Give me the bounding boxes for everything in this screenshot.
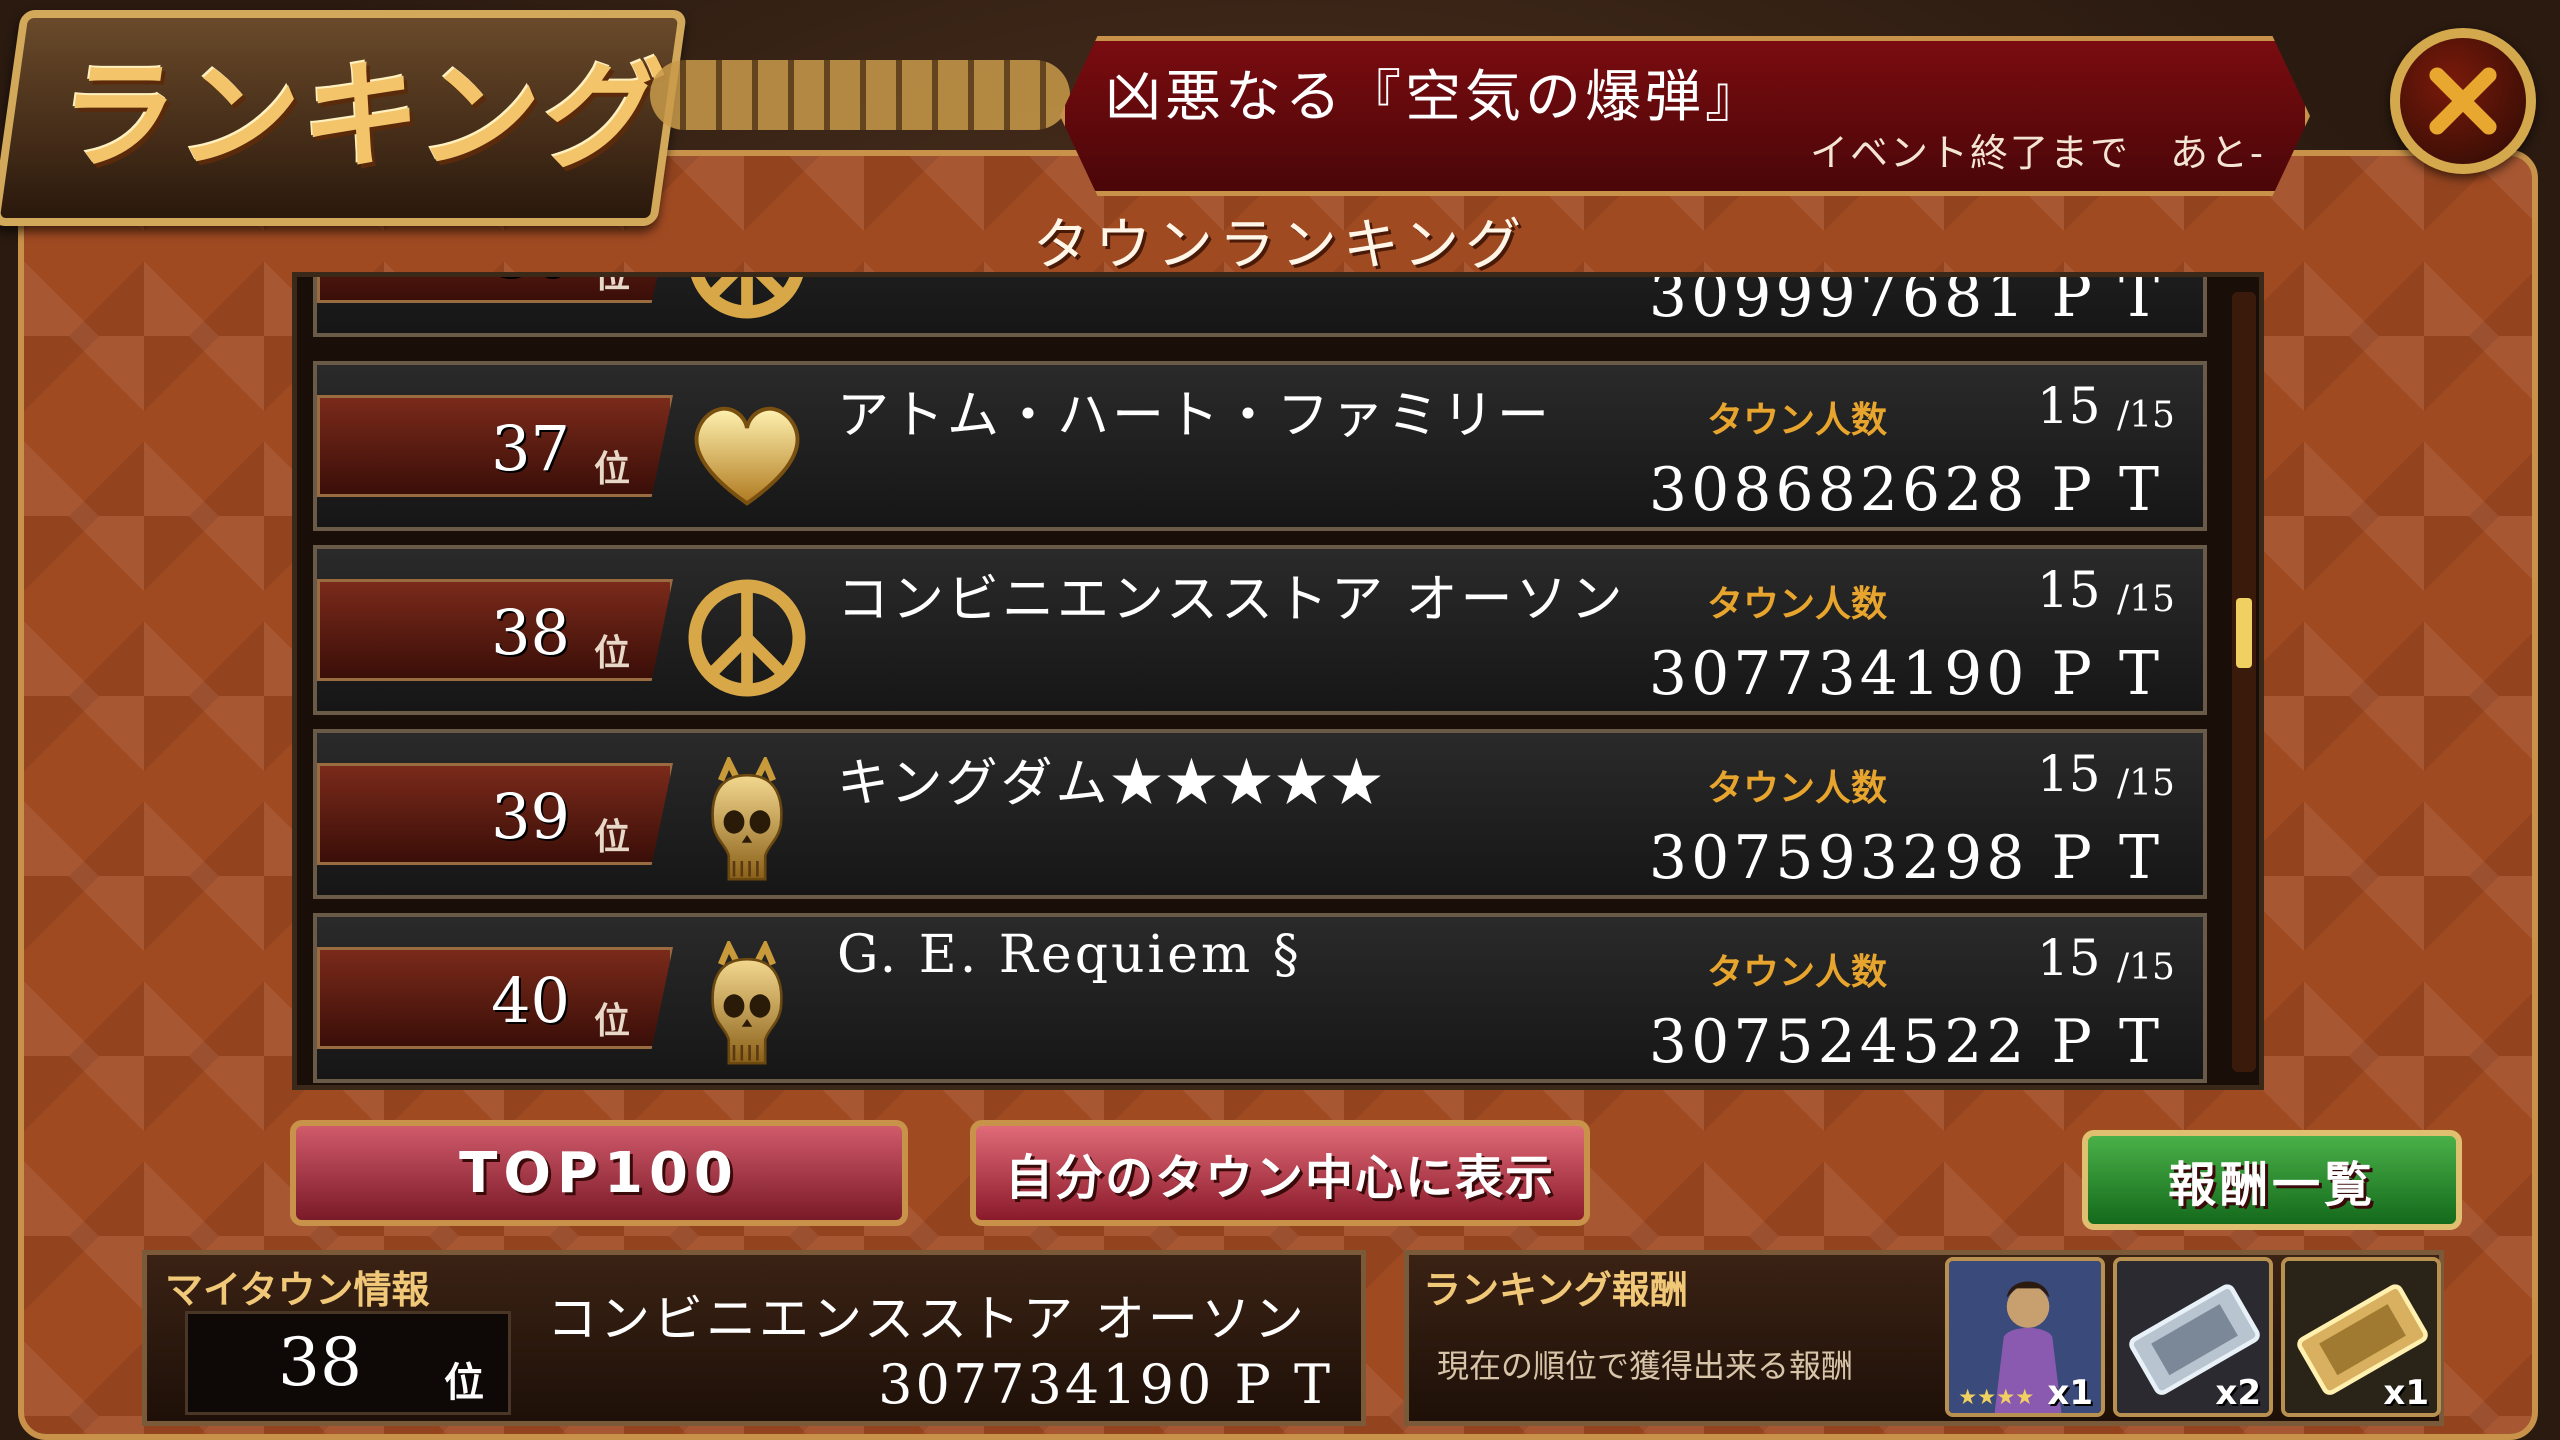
town-points: 307734190 P T	[1648, 639, 2163, 709]
svg-text:★★★★: ★★★★	[1958, 1385, 2034, 1410]
ranking-list[interactable]: 36 位 309997681 P T 37 位 ア	[292, 272, 2264, 1090]
my-town-rank: 38	[278, 1324, 362, 1401]
my-town-label: マイタウン情報	[165, 1268, 430, 1312]
members-count: 15	[2037, 929, 2101, 987]
rank-unit: 位	[593, 632, 630, 674]
members-label: タウン人数	[1707, 584, 1888, 625]
reward-item[interactable]: x1	[2281, 1257, 2441, 1417]
ranking-screen: ランキング 凶悪なる『空気の爆弾』 イベント終了まで あと- タウンランキング …	[0, 0, 2560, 1440]
town-points: 307524522 P T	[1648, 1007, 2163, 1077]
members-max: /15	[2117, 579, 2175, 620]
rank-unit: 位	[593, 272, 630, 296]
town-points: 309997681 P T	[1648, 272, 2163, 331]
members-label: タウン人数	[1707, 952, 1888, 993]
rank-number: 40	[491, 964, 570, 1037]
rank-number: 38	[491, 596, 570, 669]
page-title: ランキング	[48, 47, 675, 185]
ranking-reward-label: ランキング報酬	[1423, 1268, 1688, 1312]
event-title: 凶悪なる『空気の爆弾』	[1105, 65, 1765, 130]
my-town-info: マイタウン情報 38 位 コンビニエンスストア オーソン 307734190 P…	[142, 1250, 1366, 1426]
list-heading: タウンランキング	[1032, 213, 1528, 278]
rank-unit: 位	[593, 448, 630, 490]
my-town-points: 307734190 P T	[878, 1353, 1333, 1416]
members-count: 15	[2037, 745, 2101, 803]
rank-plate: 38 位	[317, 579, 673, 681]
my-town-rank-box: 38 位	[185, 1311, 511, 1415]
ranking-row[interactable]: 37 位 アトム・ハート・ファミリー タウン人数 15 /15 30868262…	[313, 361, 2207, 531]
members-max: /15	[2117, 947, 2175, 988]
event-remaining-time: イベント終了まで あと-	[1810, 131, 2265, 175]
reward-quantity: x1	[2047, 1373, 2093, 1413]
scrollbar-thumb[interactable]	[2236, 598, 2252, 668]
peace-icon	[691, 277, 803, 319]
reward-item[interactable]: x2	[2113, 1257, 2273, 1417]
rank-plate: 36 位	[317, 272, 673, 303]
chain-decoration	[650, 60, 1070, 130]
reward-quantity: x1	[2383, 1373, 2429, 1413]
rank-plate: 40 位	[317, 947, 673, 1049]
members-label: タウン人数	[1707, 400, 1888, 441]
ranking-row[interactable]: 38 位 コンビニエンスストア オーソン タウン人数 15 /15 307734…	[313, 545, 2207, 715]
skull-icon	[711, 757, 783, 881]
peace-icon	[688, 579, 806, 697]
ranking-row[interactable]: 40 位 G. E. Requiem § タウン人数 15 /15 307524…	[313, 913, 2207, 1083]
members-label: タウン人数	[1707, 768, 1888, 809]
rank-number: 39	[491, 780, 570, 853]
list-scrollbar[interactable]	[2232, 292, 2256, 1072]
rank-plate: 37 位	[317, 395, 673, 497]
members-max: /15	[2117, 763, 2175, 804]
ranking-row[interactable]: 36 位 309997681 P T	[313, 272, 2207, 337]
town-name: G. E. Requiem §	[837, 925, 1302, 985]
rank-plate: 39 位	[317, 763, 673, 865]
rank-unit: 位	[593, 816, 630, 858]
members-max: /15	[2117, 395, 2175, 436]
rank-unit: 位	[593, 1000, 630, 1042]
reward-item[interactable]: ★★★★ x1	[1945, 1257, 2105, 1417]
rank-number: 37	[491, 412, 570, 485]
members-count: 15	[2037, 561, 2101, 619]
top100-button[interactable]: TOP100	[290, 1120, 908, 1226]
reward-list-button[interactable]: 報酬一覧	[2082, 1130, 2462, 1230]
ranking-reward-panel: ランキング報酬 現在の順位で獲得出来る報酬 ★★★★ x1 x2 x1	[1404, 1250, 2444, 1426]
center-on-my-town-button[interactable]: 自分のタウン中心に表示	[970, 1120, 1590, 1226]
ranking-row[interactable]: 39 位 キングダム★★★★★ タウン人数 15 /15 307593298 P…	[313, 729, 2207, 899]
town-points: 307593298 P T	[1648, 823, 2163, 893]
close-icon	[2429, 67, 2497, 135]
town-name: コンビニエンスストア オーソン	[837, 570, 1626, 630]
ranking-reward-description: 現在の順位で獲得出来る報酬	[1437, 1347, 1854, 1385]
my-town-name: コンビニエンスストア オーソン	[547, 1290, 1307, 1348]
rank-number: 36	[491, 277, 570, 291]
town-points: 308682628 P T	[1648, 455, 2163, 525]
reward-quantity: x2	[2215, 1373, 2261, 1413]
close-button[interactable]	[2390, 28, 2536, 174]
town-name: キングダム★★★★★	[837, 754, 1386, 814]
town-name: アトム・ハート・ファミリー	[837, 386, 1553, 446]
skull-icon	[711, 941, 783, 1065]
heart-icon	[694, 406, 800, 506]
my-town-rank-unit: 位	[444, 1359, 484, 1406]
members-count: 15	[2037, 377, 2101, 435]
